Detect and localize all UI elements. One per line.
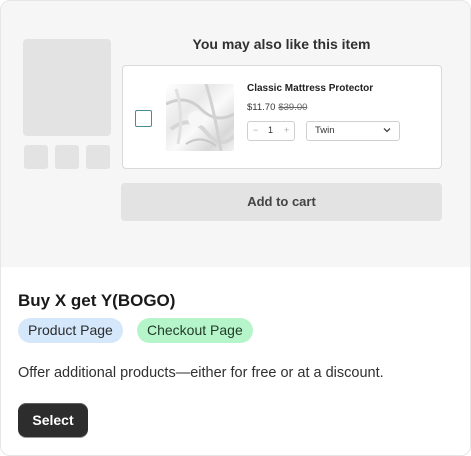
compare-price: $39.00 xyxy=(278,102,308,113)
checkout-page-badge: Checkout Page xyxy=(137,318,253,343)
offer-title: Buy X get Y(BOGO) xyxy=(18,291,176,310)
thumbnail-placeholder xyxy=(24,145,48,169)
add-to-cart-button[interactable]: Add to cart xyxy=(121,183,442,221)
decrement-button[interactable]: − xyxy=(253,125,258,135)
mattress-protector-image xyxy=(166,84,234,151)
quantity-value: 1 xyxy=(268,125,274,135)
sale-price: $11.70 xyxy=(247,102,276,113)
product-image xyxy=(166,84,234,151)
upsell-product-row: Classic Mattress Protector $11.70 $39.00 … xyxy=(122,65,442,169)
increment-button[interactable]: + xyxy=(284,125,289,135)
main-image-placeholder xyxy=(23,39,111,136)
upsell-heading: You may also like this item xyxy=(192,36,371,52)
price-row: $11.70 $39.00 xyxy=(247,102,307,113)
product-checkbox[interactable] xyxy=(135,110,152,127)
upsell-preview: You may also like this item Classic Matt… xyxy=(1,1,470,267)
variant-select[interactable]: Twin xyxy=(306,121,400,141)
quantity-stepper[interactable]: − 1 + xyxy=(247,121,295,141)
variant-value: Twin xyxy=(315,125,335,136)
product-title[interactable]: Classic Mattress Protector xyxy=(247,83,373,94)
offer-description: Offer additional products—either for fre… xyxy=(18,365,384,381)
thumbnail-placeholder xyxy=(86,145,110,169)
thumbnail-placeholder xyxy=(55,145,79,169)
select-button[interactable]: Select xyxy=(18,403,88,437)
offer-card: You may also like this item Classic Matt… xyxy=(0,0,471,456)
chevron-down-icon xyxy=(383,128,391,133)
product-page-badge: Product Page xyxy=(18,318,123,343)
